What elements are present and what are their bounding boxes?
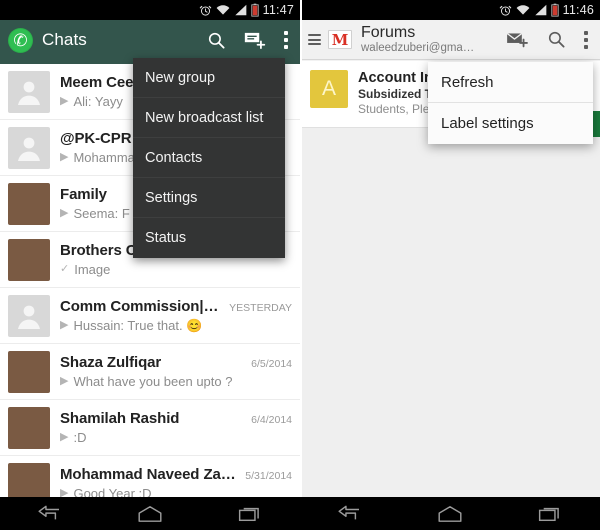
- chat-date: YESTERDAY: [229, 301, 292, 314]
- avatar: A: [310, 70, 348, 108]
- avatar: [8, 238, 50, 281]
- signal-icon: [534, 4, 546, 16]
- overflow-menu-icon[interactable]: [284, 31, 288, 49]
- chat-snippet: Seema: F: [73, 206, 130, 221]
- play-icon: ▶: [60, 431, 69, 443]
- avatar: [8, 182, 50, 225]
- play-icon: ▶: [60, 375, 69, 387]
- chat-snippet: :D: [73, 430, 87, 445]
- back-button[interactable]: [38, 505, 62, 523]
- compose-icon[interactable]: [506, 30, 529, 49]
- chat-name: Comm Commission|Pa…: [60, 297, 222, 315]
- menu-item-new-broadcast-list[interactable]: New broadcast list: [133, 98, 285, 138]
- avatar: [8, 406, 50, 449]
- play-icon: ▶: [60, 207, 69, 219]
- nav-bar-right[interactable]: [300, 497, 600, 530]
- menu-item-label-settings[interactable]: Label settings: [428, 103, 593, 144]
- battery-icon: [251, 3, 259, 17]
- chat-snippet: Ali: Yayy: [73, 94, 123, 109]
- nav-bar-left[interactable]: [0, 497, 300, 530]
- signal-icon: [234, 4, 246, 16]
- whatsapp-action-bar: ✆ Chats: [0, 20, 300, 60]
- avatar: [8, 462, 50, 497]
- alarm-icon: [199, 5, 211, 16]
- play-icon: ▶: [60, 151, 69, 163]
- status-bar-clock: 11:47: [262, 3, 294, 17]
- chat-date: 6/5/2014: [251, 358, 292, 370]
- gmail-logo-icon: M: [328, 30, 352, 49]
- play-icon: ▶: [60, 95, 69, 107]
- home-button[interactable]: [137, 505, 163, 523]
- search-icon[interactable]: [547, 30, 566, 49]
- chat-date: 6/4/2014: [251, 414, 292, 426]
- play-icon: ▶: [60, 487, 69, 498]
- check-icon: ✓: [60, 263, 70, 275]
- menu-item-status[interactable]: Status: [133, 218, 285, 258]
- person-placeholder-icon: [18, 81, 40, 106]
- person-placeholder-icon: [18, 137, 40, 162]
- chat-snippet: Hussain: True that. 😊: [73, 317, 203, 333]
- home-button[interactable]: [437, 505, 463, 523]
- menu-item-new-group[interactable]: New group: [133, 58, 285, 98]
- back-button[interactable]: [338, 505, 362, 523]
- status-bar-right: 11:46: [300, 0, 600, 20]
- chat-name: Shaza Zulfiqar: [60, 354, 162, 371]
- new-chat-icon[interactable]: [244, 31, 266, 50]
- person-placeholder-icon: [18, 305, 40, 330]
- list-item[interactable]: Mohammad Naveed Zaf… 5/31/2014 ▶ Good Ye…: [0, 456, 300, 497]
- status-bar-left: 11:47: [0, 0, 300, 20]
- menu-item-settings[interactable]: Settings: [133, 178, 285, 218]
- gmail-overflow-menu[interactable]: Refresh Label settings: [428, 62, 593, 144]
- page-title: Chats: [42, 30, 87, 49]
- gmail-panel: 11:46 M Forums waleedzuberi@gma… A Accou…: [300, 0, 600, 530]
- avatar: [8, 126, 50, 169]
- whatsapp-overflow-menu[interactable]: New group New broadcast list Contacts Se…: [133, 58, 285, 258]
- list-item[interactable]: Comm Commission|Pa… YESTERDAY ▶ Hussain:…: [0, 288, 300, 344]
- chat-snippet: Mohammad: [73, 150, 143, 165]
- chat-snippet: Image: [74, 262, 111, 277]
- menu-item-contacts[interactable]: Contacts: [133, 138, 285, 178]
- list-item[interactable]: Shaza Zulfiqar 6/5/2014 ▶ What have you …: [0, 344, 300, 400]
- play-icon: ▶: [60, 319, 69, 331]
- chat-snippet: What have you been upto ?: [73, 374, 233, 389]
- avatar: [8, 70, 50, 113]
- menu-item-refresh[interactable]: Refresh: [428, 62, 593, 103]
- hamburger-menu-icon[interactable]: [308, 34, 321, 45]
- chat-name: Mohammad Naveed Zaf…: [60, 466, 238, 483]
- recents-button[interactable]: [538, 505, 562, 523]
- status-bar-clock: 11:46: [562, 3, 594, 17]
- overflow-menu-icon[interactable]: [584, 30, 588, 49]
- page-title: Forums: [361, 24, 416, 41]
- search-icon[interactable]: [207, 31, 226, 50]
- wifi-icon: [216, 5, 230, 15]
- alarm-icon: [499, 5, 511, 16]
- avatar-letter: A: [321, 77, 336, 100]
- wifi-icon: [516, 5, 530, 15]
- account-email: waleedzuberi@gma…: [361, 42, 475, 54]
- avatar: [8, 350, 50, 393]
- chat-snippet: Good Year :D: [73, 486, 152, 497]
- recents-button[interactable]: [238, 505, 262, 523]
- chat-date: 5/31/2014: [245, 470, 292, 482]
- screenshot-root: 11:47 ✆ Chats Meem Cee ▶ Ali: Yayy @PK-C…: [0, 0, 600, 530]
- whatsapp-logo-icon: ✆: [8, 27, 33, 53]
- battery-icon: [551, 3, 559, 17]
- whatsapp-panel: 11:47 ✆ Chats Meem Cee ▶ Ali: Yayy @PK-C…: [0, 0, 300, 530]
- avatar: [8, 294, 50, 337]
- chat-name: Shamilah Rashid: [60, 410, 180, 427]
- gmail-action-bar: M Forums waleedzuberi@gma…: [300, 20, 600, 60]
- list-item[interactable]: Shamilah Rashid 6/4/2014 ▶ :D: [0, 400, 300, 456]
